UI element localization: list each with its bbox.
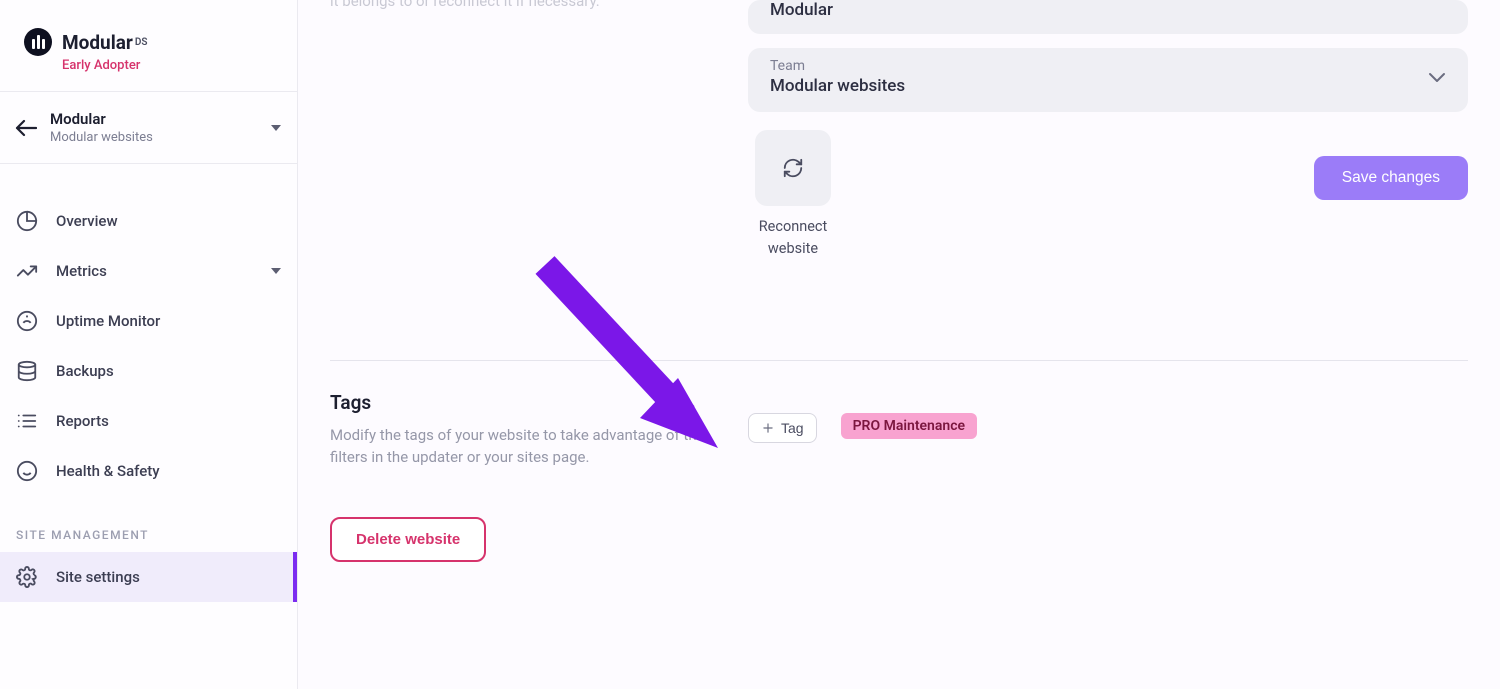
nav-label: Reports bbox=[56, 412, 281, 430]
add-tag-button[interactable]: Tag bbox=[748, 413, 817, 443]
section-header: SITE MANAGEMENT bbox=[0, 506, 297, 552]
team-label: Team bbox=[770, 58, 905, 74]
tag-chip[interactable]: PRO Maintenance bbox=[841, 413, 977, 439]
nav-uptime[interactable]: Uptime Monitor bbox=[0, 296, 297, 346]
main-content: it belongs to or reconnect it if necessa… bbox=[298, 0, 1500, 689]
nav-overview[interactable]: Overview bbox=[0, 196, 297, 246]
site-selector[interactable]: Modular Modular websites bbox=[0, 92, 297, 164]
logo-text: Modular bbox=[62, 31, 133, 54]
logo-icon bbox=[24, 28, 52, 56]
nav-backups[interactable]: Backups bbox=[0, 346, 297, 396]
site-name: Modular bbox=[50, 110, 259, 128]
refresh-icon bbox=[782, 157, 804, 179]
tags-title: Tags bbox=[330, 391, 708, 414]
reconnect-box: Reconnect website bbox=[748, 130, 838, 260]
save-changes-button[interactable]: Save changes bbox=[1314, 156, 1468, 200]
list-icon bbox=[16, 410, 38, 432]
nav-label: Uptime Monitor bbox=[56, 312, 281, 330]
team-dropdown[interactable]: Team Modular websites bbox=[748, 48, 1468, 112]
site-subtitle: Modular websites bbox=[50, 130, 259, 145]
logo-suffix: DS bbox=[135, 37, 148, 48]
sidebar: ModularDS Early Adopter Modular Modular … bbox=[0, 0, 298, 689]
client-value: Modular bbox=[770, 0, 1446, 20]
nav-label: Backups bbox=[56, 362, 281, 380]
nav-metrics[interactable]: Metrics bbox=[0, 246, 297, 296]
database-icon bbox=[16, 360, 38, 382]
tags-section: Tags Modify the tags of your website to … bbox=[330, 391, 1468, 469]
gear-icon bbox=[16, 566, 38, 588]
nav-label: Health & Safety bbox=[56, 462, 281, 480]
add-tag-label: Tag bbox=[781, 420, 804, 436]
caret-down-icon[interactable] bbox=[271, 268, 281, 274]
section-description: it belongs to or reconnect it if necessa… bbox=[330, 0, 708, 10]
smile-icon bbox=[16, 460, 38, 482]
nav-health-safety[interactable]: Health & Safety bbox=[0, 446, 297, 496]
early-adopter-badge: Early Adopter bbox=[62, 58, 273, 73]
nav-section: Overview Metrics Uptime Monitor bbox=[0, 164, 297, 506]
nav-label: Overview bbox=[56, 212, 281, 230]
reconnect-button[interactable] bbox=[755, 130, 831, 206]
logo-section: ModularDS Early Adopter bbox=[0, 0, 297, 92]
client-field[interactable]: Modular bbox=[748, 0, 1468, 34]
caret-down-icon[interactable] bbox=[271, 125, 281, 131]
nav-label: Metrics bbox=[56, 262, 253, 280]
back-arrow-icon[interactable] bbox=[14, 116, 38, 140]
site-info: Modular Modular websites bbox=[50, 110, 259, 145]
trending-icon bbox=[16, 260, 38, 282]
nav-reports[interactable]: Reports bbox=[0, 396, 297, 446]
plus-icon bbox=[761, 421, 775, 435]
divider bbox=[330, 360, 1468, 361]
tags-description: Modify the tags of your website to take … bbox=[330, 424, 708, 469]
reconnect-label: Reconnect website bbox=[748, 216, 838, 260]
pie-chart-icon bbox=[16, 210, 38, 232]
chevron-down-icon bbox=[1428, 71, 1446, 83]
delete-website-button[interactable]: Delete website bbox=[330, 517, 486, 562]
team-value: Modular websites bbox=[770, 76, 905, 96]
nav-site-settings[interactable]: Site settings bbox=[0, 552, 297, 602]
nav-label: Site settings bbox=[56, 568, 277, 586]
gauge-icon bbox=[16, 310, 38, 332]
logo[interactable]: ModularDS bbox=[24, 28, 273, 56]
